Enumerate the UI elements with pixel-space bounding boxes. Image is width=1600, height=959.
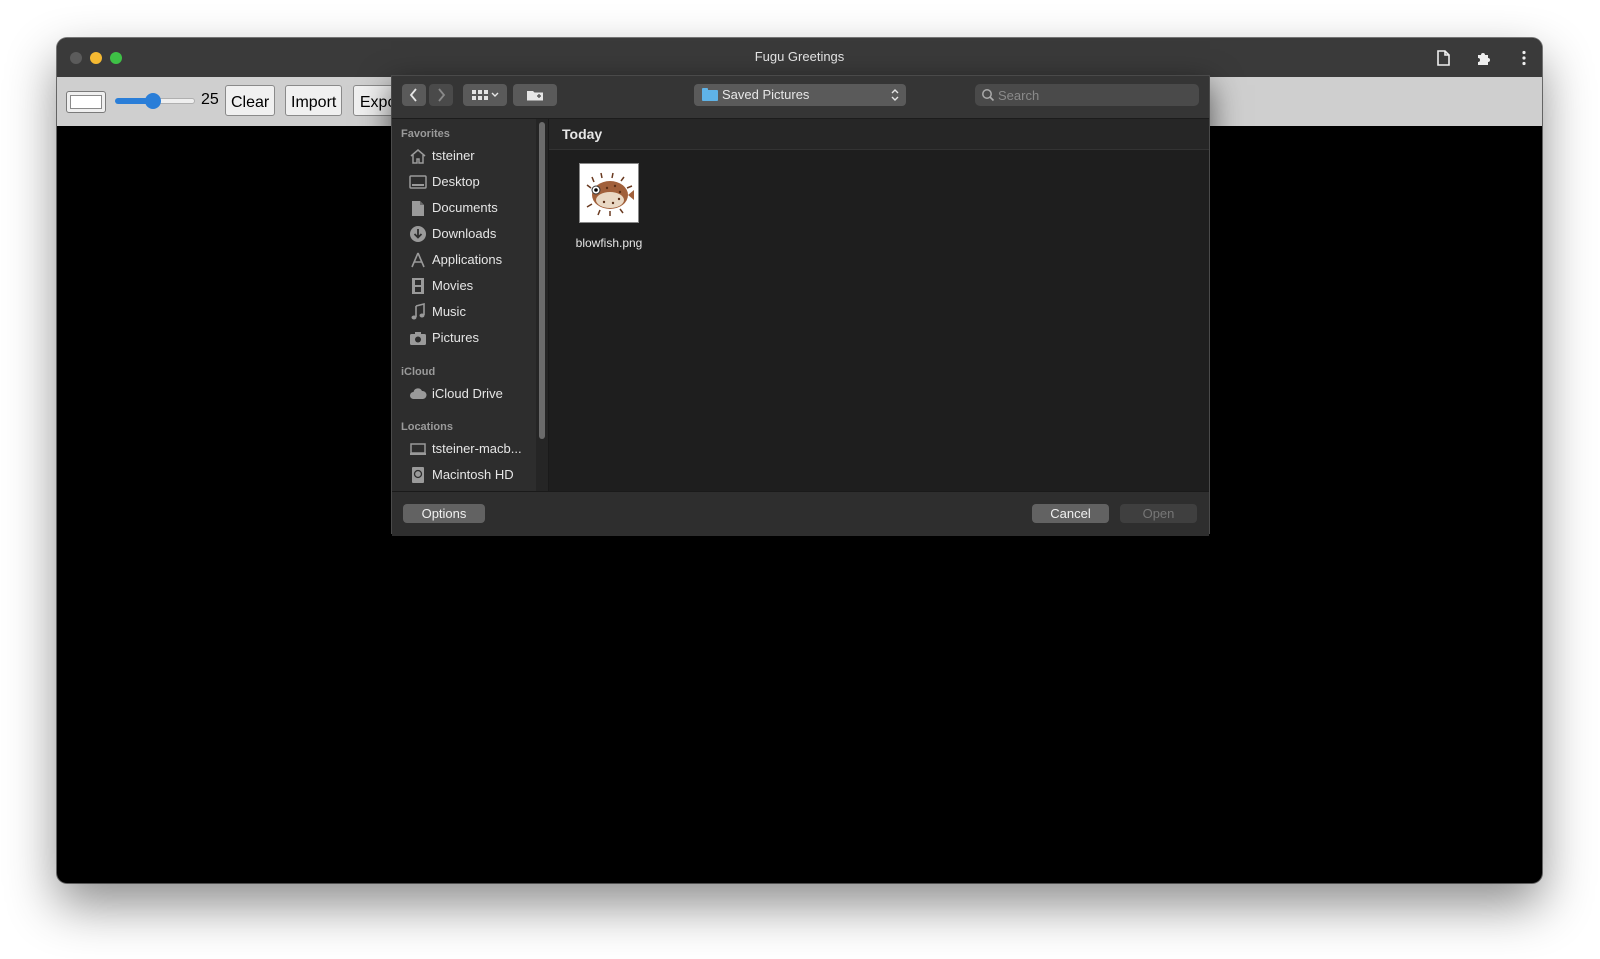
new-folder-button[interactable] — [513, 84, 557, 106]
extensions-puzzle-icon[interactable] — [1475, 49, 1493, 67]
sidebar-item-label: Applications — [432, 252, 503, 267]
sidebar-item-pictures[interactable]: Pictures — [392, 326, 532, 350]
group-header-label: Today — [562, 126, 603, 142]
location-popup[interactable]: Saved Pictures — [694, 84, 906, 106]
file-item[interactable]: blowfish.png — [569, 163, 649, 253]
folder-icon — [702, 88, 718, 101]
sidebar-item-label: Documents — [432, 200, 498, 215]
sidebar-scrollbar[interactable] — [539, 122, 545, 439]
sidebar-item-desktop[interactable]: Desktop — [392, 170, 532, 194]
sidebar-item-label: iCloud Drive — [432, 386, 503, 401]
sidebar-item-home[interactable]: tsteiner — [392, 144, 532, 168]
brush-size-value: 25 — [201, 91, 219, 108]
window-title: Fugu Greetings — [754, 49, 845, 64]
sidebar-item-macintosh-hd[interactable]: Macintosh HD — [392, 463, 532, 487]
sidebar-item-documents[interactable]: Documents — [392, 196, 532, 220]
options-button[interactable]: Options — [403, 504, 485, 523]
view-mode-button[interactable] — [463, 84, 507, 106]
favorites-section-label: Favorites — [401, 128, 450, 140]
search-icon — [982, 89, 995, 102]
blowfish-thumbnail — [579, 163, 639, 223]
documents-icon — [409, 199, 427, 217]
more-menu-icon[interactable] — [1515, 49, 1533, 67]
location-label: Saved Pictures — [722, 87, 810, 102]
import-button[interactable]: Import — [285, 85, 343, 116]
sidebar-item-label: tsteiner-macb... — [432, 441, 522, 456]
applications-icon — [409, 251, 427, 269]
sidebar-item-label: Music — [432, 304, 466, 319]
camera-icon — [409, 329, 427, 347]
laptop-icon — [409, 440, 427, 458]
home-icon — [409, 147, 427, 165]
sidebar-item-label: Downloads — [432, 226, 497, 241]
sidebar-item-computer[interactable]: tsteiner-macb... — [392, 437, 532, 461]
file-name: blowfish.png — [575, 236, 643, 250]
sidebar-item-label: Movies — [432, 278, 474, 293]
dialog-footer: Options Cancel Open — [392, 491, 1209, 536]
back-button[interactable] — [402, 84, 426, 106]
open-button[interactable]: Open — [1120, 504, 1197, 523]
sidebar-item-icloud-drive[interactable]: iCloud Drive — [392, 382, 532, 406]
search-field[interactable] — [975, 84, 1199, 106]
sidebar-item-label: tsteiner — [432, 148, 475, 163]
dialog-toolbar: Saved Pictures — [392, 76, 1209, 119]
title-bar: Fugu Greetings — [57, 38, 1542, 78]
search-input[interactable] — [998, 86, 1188, 104]
cancel-button[interactable]: Cancel — [1032, 504, 1109, 523]
music-note-icon — [409, 303, 427, 321]
sidebar-item-music[interactable]: Music — [392, 300, 532, 324]
sidebar-item-downloads[interactable]: Downloads — [392, 222, 532, 246]
sidebar-item-movies[interactable]: Movies — [392, 274, 532, 298]
color-picker[interactable] — [66, 91, 106, 113]
group-header: Today — [549, 119, 1209, 150]
cloud-icon — [409, 385, 427, 403]
sidebar-item-label: Desktop — [432, 174, 480, 189]
locations-section-label: Locations — [401, 421, 453, 433]
file-browser-content: Today blowfish.png — [549, 119, 1209, 491]
document-icon[interactable] — [1434, 49, 1452, 67]
sidebar-item-applications[interactable]: Applications — [392, 248, 532, 272]
dialog-sidebar: Favorites tsteiner Desktop Documents Dow… — [392, 119, 536, 491]
icloud-section-label: iCloud — [401, 366, 436, 378]
slider-thumb[interactable] — [145, 93, 161, 109]
brush-size-slider[interactable] — [115, 93, 195, 109]
sidebar-item-label: Pictures — [432, 330, 479, 345]
updown-chevron-icon — [891, 89, 899, 101]
sidebar-item-label: Macintosh HD — [432, 467, 514, 482]
forward-button[interactable] — [429, 84, 453, 106]
film-icon — [409, 277, 427, 295]
hard-drive-icon — [409, 466, 427, 484]
desktop-icon — [409, 173, 427, 191]
download-icon — [409, 225, 427, 243]
clear-button[interactable]: Clear — [225, 85, 276, 116]
open-file-dialog: Saved Pictures Favorites tsteiner Deskto… — [391, 75, 1210, 536]
